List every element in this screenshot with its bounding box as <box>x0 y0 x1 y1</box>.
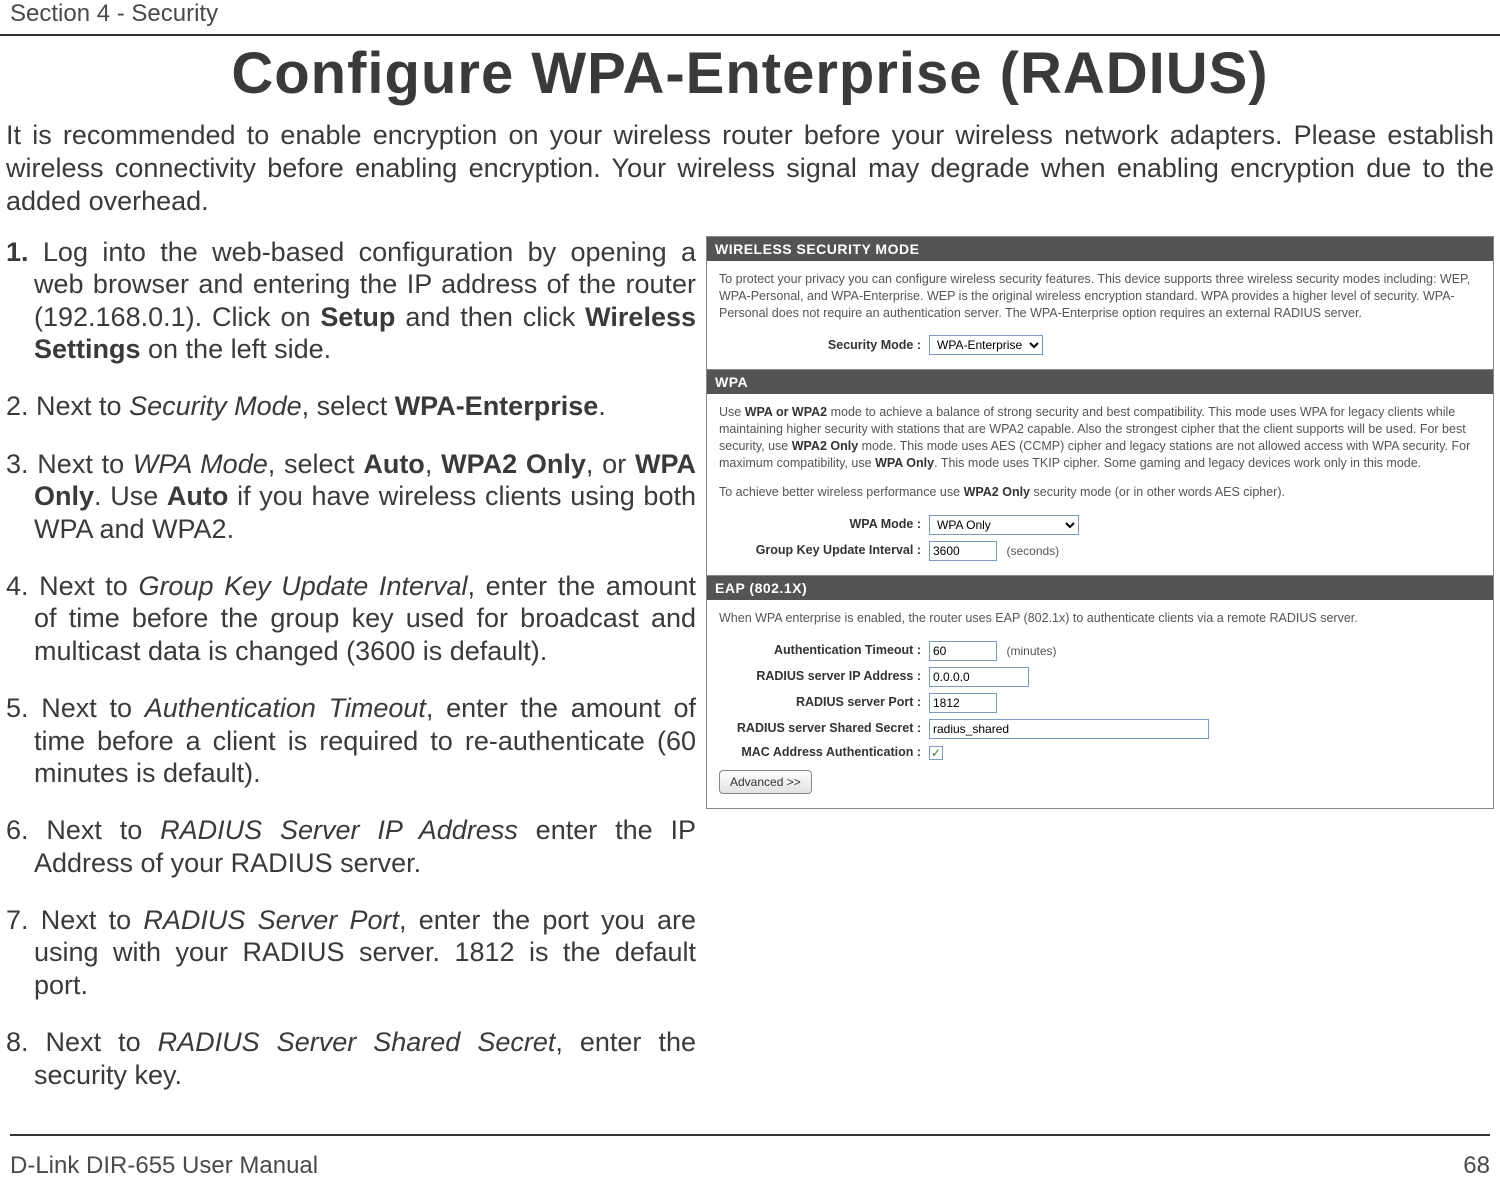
section-header: Section 4 - Security <box>0 0 1500 34</box>
group-key-interval-suffix: (seconds) <box>1006 544 1059 558</box>
auth-timeout-suffix: (minutes) <box>1006 644 1056 658</box>
advanced-button[interactable]: Advanced >> <box>719 770 812 794</box>
auth-timeout-label: Authentication Timeout : <box>719 644 929 658</box>
router-config-screenshot: WIRELESS SECURITY MODE To protect your p… <box>706 236 1494 809</box>
divider-bottom <box>10 1134 1490 1136</box>
eap-title: EAP (802.1X) <box>707 576 1493 600</box>
group-key-interval-input[interactable] <box>929 541 997 561</box>
step-1: 1. Log into the web-based configuration … <box>6 236 696 366</box>
step-5: 5. Next to Authentication Timeout, enter… <box>6 692 696 789</box>
step-3: 3. Next to WPA Mode, select Auto, WPA2 O… <box>6 448 696 545</box>
radius-ip-input[interactable] <box>929 667 1029 687</box>
footer-page-number: 68 <box>1463 1152 1490 1180</box>
divider-top <box>0 34 1500 36</box>
wpa-section: WPA Use WPA or WPA2 mode to achieve a ba… <box>707 370 1493 575</box>
security-mode-select[interactable]: WPA-Enterprise <box>929 335 1043 355</box>
mac-auth-checkbox[interactable]: ✓ <box>929 746 943 760</box>
eap-section: EAP (802.1X) When WPA enterprise is enab… <box>707 576 1493 808</box>
step-8: 8. Next to RADIUS Server Shared Secret, … <box>6 1026 696 1091</box>
wpa-description-2: To achieve better wireless performance u… <box>719 484 1481 501</box>
eap-description: When WPA enterprise is enabled, the rout… <box>719 610 1481 627</box>
intro-paragraph: It is recommended to enable encryption o… <box>0 119 1500 236</box>
radius-secret-input[interactable] <box>929 719 1209 739</box>
wsm-title: WIRELESS SECURITY MODE <box>707 237 1493 261</box>
radius-ip-label: RADIUS server IP Address : <box>719 670 929 684</box>
instruction-steps: 1. Log into the web-based configuration … <box>6 236 696 1116</box>
page-title: Configure WPA-Enterprise (RADIUS) <box>0 40 1500 107</box>
mac-auth-label: MAC Address Authentication : <box>719 746 929 760</box>
wpa-mode-select[interactable]: WPA Only <box>929 515 1079 535</box>
group-key-interval-label: Group Key Update Interval : <box>719 544 929 558</box>
wpa-title: WPA <box>707 370 1493 394</box>
auth-timeout-input[interactable] <box>929 641 997 661</box>
wireless-security-mode-section: WIRELESS SECURITY MODE To protect your p… <box>707 237 1493 371</box>
wsm-description: To protect your privacy you can configur… <box>719 271 1481 322</box>
radius-port-label: RADIUS server Port : <box>719 696 929 710</box>
step-2: 2. Next to Security Mode, select WPA-Ent… <box>6 390 696 422</box>
radius-secret-label: RADIUS server Shared Secret : <box>719 722 929 736</box>
radius-port-input[interactable] <box>929 693 997 713</box>
footer-manual-name: D-Link DIR-655 User Manual <box>10 1152 318 1180</box>
wpa-mode-label: WPA Mode : <box>719 518 929 532</box>
step-7: 7. Next to RADIUS Server Port, enter the… <box>6 904 696 1001</box>
step-6: 6. Next to RADIUS Server IP Address ente… <box>6 814 696 879</box>
security-mode-label: Security Mode : <box>719 339 929 353</box>
step-4: 4. Next to Group Key Update Interval, en… <box>6 570 696 667</box>
wpa-description-1: Use WPA or WPA2 mode to achieve a balanc… <box>719 404 1481 472</box>
